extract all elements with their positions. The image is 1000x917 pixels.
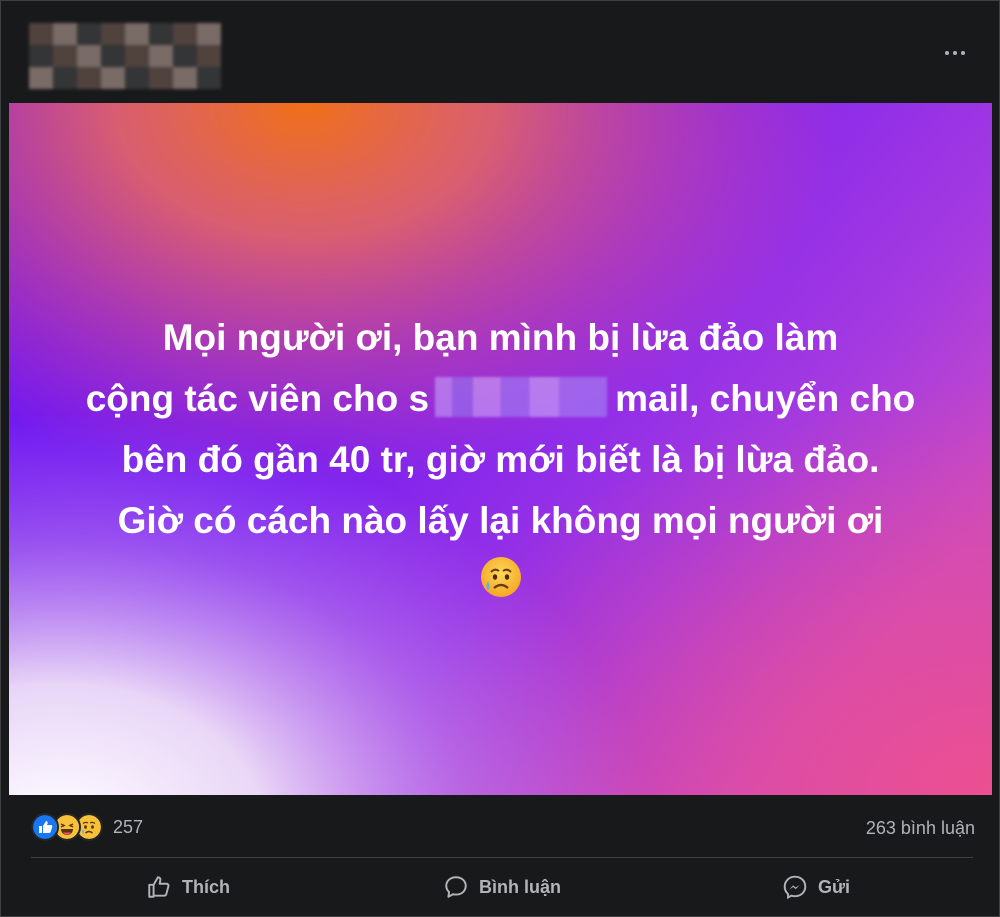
post-text-line-2-suffix: mail, chuyển cho — [615, 378, 916, 419]
pixel-block — [125, 45, 149, 67]
pixel-block — [53, 67, 77, 89]
pixel-block — [77, 67, 101, 89]
comment-button[interactable]: Bình luận — [345, 861, 659, 913]
pixel-block — [29, 45, 53, 67]
post-text-line-3: bên đó gần 40 tr, giờ mới biết là bị lừa… — [121, 439, 880, 480]
pixel-block — [125, 67, 149, 89]
thumbs-up-icon — [148, 876, 170, 898]
like-button[interactable]: Thích — [31, 861, 345, 913]
like-button-label: Thích — [182, 876, 230, 897]
pixel-block — [173, 67, 197, 89]
pixel-block — [53, 23, 77, 45]
share-button-label: Gửi — [817, 876, 851, 897]
reactions-summary[interactable]: 257 — [31, 813, 143, 841]
pixel-block — [197, 45, 221, 67]
pixel-block — [53, 45, 77, 67]
post-actions: Thích Bình luận Gửi — [31, 861, 973, 913]
blurred-author-info[interactable] — [29, 23, 221, 91]
share-button[interactable]: Gửi — [659, 861, 973, 913]
more-options-icon[interactable] — [935, 41, 975, 65]
comment-count[interactable]: 263 bình luận — [866, 818, 975, 839]
censored-brand-name — [435, 377, 608, 417]
post-text-line-2: cộng tác viên cho s mail, chuyển cho — [85, 368, 916, 429]
pixel-block — [173, 23, 197, 45]
messenger-icon — [783, 875, 807, 900]
post-text: Mọi người ơi, bạn mình bị lừa đảo làm cộ… — [9, 103, 992, 795]
pixel-block — [197, 23, 221, 45]
pixel-block — [149, 67, 173, 89]
post-card: Mọi người ơi, bạn mình bị lừa đảo làm cộ… — [0, 0, 1000, 917]
pixel-block — [29, 67, 53, 89]
post-text-line-1: Mọi người ơi, bạn mình bị lừa đảo làm — [162, 317, 839, 358]
comment-bubble-icon — [445, 876, 467, 898]
reaction-count[interactable]: 257 — [113, 817, 143, 838]
post-stats: 257 263 bình luận — [1, 809, 1000, 845]
pixel-block — [101, 45, 125, 67]
comment-button-label: Bình luận — [479, 876, 561, 897]
pixel-block — [173, 45, 197, 67]
pixel-block — [149, 23, 173, 45]
post-text-line-2-prefix: cộng tác viên cho s — [85, 378, 430, 419]
pixel-block — [101, 23, 125, 45]
pixel-block — [77, 45, 101, 67]
pixel-block — [197, 67, 221, 89]
pixel-block — [101, 67, 125, 89]
sad-tear-emoji-icon — [480, 557, 521, 597]
post-background-image: Mọi người ơi, bạn mình bị lừa đảo làm cộ… — [9, 103, 992, 795]
pixel-block — [149, 45, 173, 67]
post-header — [1, 1, 1000, 103]
pixel-block — [125, 23, 149, 45]
like-reaction-icon — [31, 813, 59, 841]
pixel-block — [77, 23, 101, 45]
post-text-line-4: Giờ có cách nào lấy lại không mọi người … — [117, 500, 884, 541]
actions-divider — [31, 857, 973, 858]
pixel-block — [29, 23, 53, 45]
